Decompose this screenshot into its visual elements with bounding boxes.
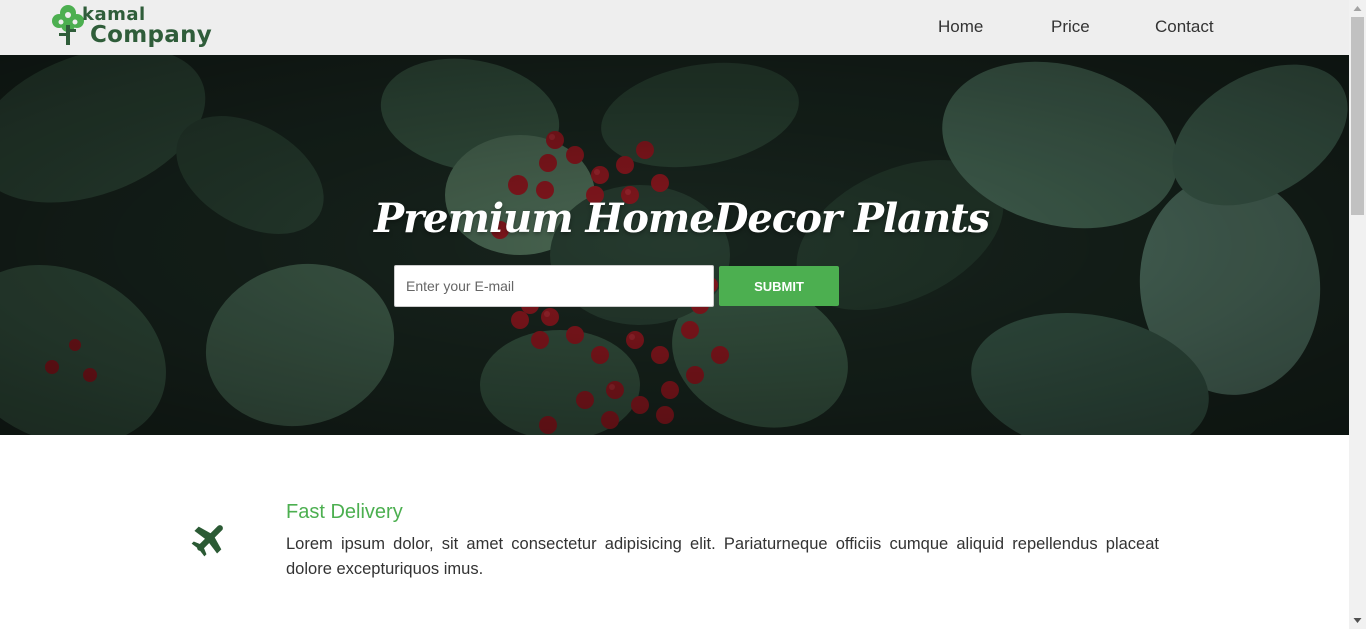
hero-background-image bbox=[0, 55, 1349, 435]
feature-title: Fast Delivery bbox=[286, 501, 403, 523]
nav-contact[interactable]: Contact bbox=[1155, 17, 1214, 41]
vertical-scrollbar[interactable] bbox=[1349, 0, 1366, 629]
hero-section: Premium HomeDecor Plants SUBMIT bbox=[0, 55, 1349, 435]
company-logo[interactable]: kamal Company bbox=[50, 3, 240, 49]
scrollbar-thumb[interactable] bbox=[1351, 17, 1364, 215]
email-input[interactable] bbox=[394, 265, 714, 307]
logo-text-bottom: Company bbox=[90, 22, 213, 48]
scroll-up-arrow-icon[interactable] bbox=[1349, 0, 1366, 17]
airplane-icon bbox=[191, 525, 223, 557]
feature-description: Lorem ipsum dolor, sit amet consectetur … bbox=[286, 535, 1159, 578]
page: kamal Company Home Price Contact Premium… bbox=[0, 0, 1349, 629]
site-header: kamal Company Home Price Contact bbox=[0, 0, 1349, 55]
submit-button[interactable]: SUBMIT bbox=[719, 266, 839, 306]
scroll-down-arrow-icon[interactable] bbox=[1349, 612, 1366, 629]
hero-title: Premium HomeDecor Plants bbox=[374, 195, 990, 242]
nav-home[interactable]: Home bbox=[938, 17, 983, 41]
nav-price[interactable]: Price bbox=[1051, 17, 1090, 41]
tree-icon bbox=[52, 5, 84, 45]
